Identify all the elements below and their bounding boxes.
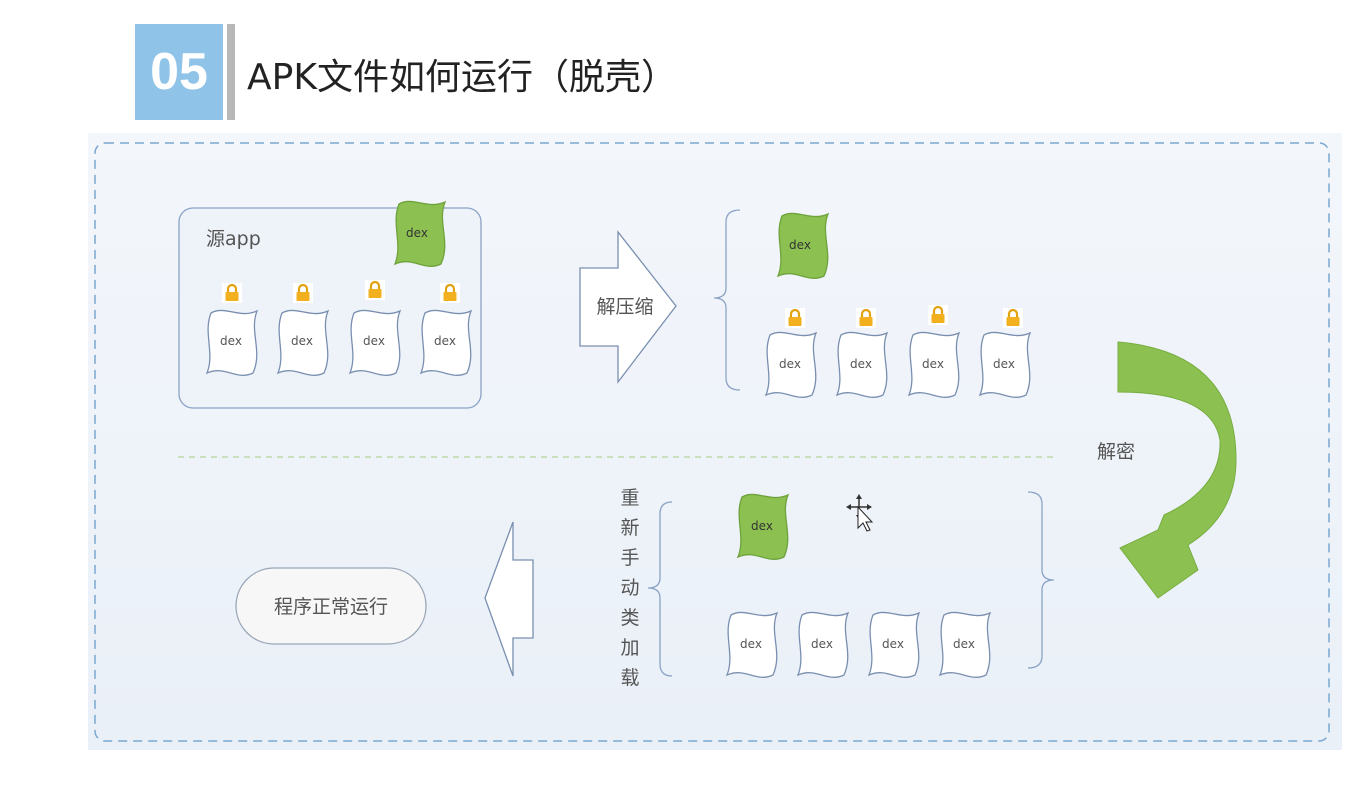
- svg-text:dex: dex: [850, 357, 872, 371]
- svg-text:dex: dex: [953, 637, 975, 651]
- svg-text:dex: dex: [740, 637, 762, 651]
- lock-icon: [293, 283, 313, 303]
- lock-icon: [440, 283, 460, 303]
- svg-text:载: 载: [620, 667, 639, 689]
- svg-text:dex: dex: [363, 334, 385, 348]
- svg-text:dex: dex: [434, 334, 456, 348]
- decrypted-dex-green: dex: [737, 493, 789, 560]
- source-app-box: 源app dex dex dex dex dex: [178, 200, 482, 409]
- svg-text:dex: dex: [789, 238, 811, 252]
- unzip-arrow: 解压缩: [579, 230, 677, 384]
- flow-diagram: 源app dex dex dex dex dex 解压缩 dex dex dex…: [94, 142, 1330, 742]
- unzip-label: 解压缩: [596, 296, 653, 318]
- svg-text:dex: dex: [882, 637, 904, 651]
- run-normally-label: 程序正常运行: [274, 596, 388, 618]
- svg-text:新: 新: [620, 517, 639, 539]
- svg-text:dex: dex: [406, 226, 428, 240]
- svg-text:dex: dex: [922, 357, 944, 371]
- load-arrow: [484, 521, 534, 677]
- svg-text:重: 重: [620, 487, 639, 509]
- extracted-encrypted-dex-4: dex: [979, 308, 1031, 398]
- decrypted-dex-1: dex: [726, 611, 778, 678]
- svg-text:dex: dex: [811, 637, 833, 651]
- extracted-encrypted-dex-1: dex: [765, 308, 817, 398]
- extracted-encrypted-dex-3: dex: [908, 305, 960, 398]
- decrypted-left-brace: [647, 501, 673, 677]
- lock-icon: [222, 283, 242, 303]
- lock-icon: [1003, 308, 1023, 328]
- reload-label: 重 新 手 动 类 加 载: [620, 487, 639, 689]
- svg-text:dex: dex: [220, 334, 242, 348]
- extracted-dex-green: dex: [777, 212, 829, 279]
- lock-icon: [928, 305, 948, 325]
- svg-text:动: 动: [620, 577, 639, 599]
- svg-text:dex: dex: [291, 334, 313, 348]
- lock-icon: [856, 308, 876, 328]
- run-normally-node: 程序正常运行: [235, 567, 427, 645]
- decrypt-arrow: 解密: [1097, 341, 1237, 599]
- svg-text:dex: dex: [751, 519, 773, 533]
- extracted-encrypted-dex-2: dex: [836, 308, 888, 398]
- decrypted-dex-3: dex: [868, 611, 920, 678]
- svg-text:加: 加: [620, 637, 639, 659]
- svg-text:类: 类: [620, 607, 639, 629]
- source-dex-green: dex: [394, 200, 446, 267]
- decrypted-right-brace: [1027, 491, 1055, 669]
- source-app-label: 源app: [206, 228, 261, 250]
- decrypt-label: 解密: [1097, 441, 1135, 463]
- lock-icon: [365, 280, 385, 300]
- decrypted-dex-4: dex: [939, 611, 991, 678]
- move-cursor-icon: [846, 494, 874, 532]
- svg-text:手: 手: [620, 547, 639, 569]
- svg-text:dex: dex: [779, 357, 801, 371]
- decrypted-dex-2: dex: [797, 611, 849, 678]
- extracted-files: dex dex dex dex dex: [765, 212, 1031, 398]
- lock-icon: [785, 308, 805, 328]
- svg-text:dex: dex: [993, 357, 1015, 371]
- extracted-brace: [713, 209, 741, 391]
